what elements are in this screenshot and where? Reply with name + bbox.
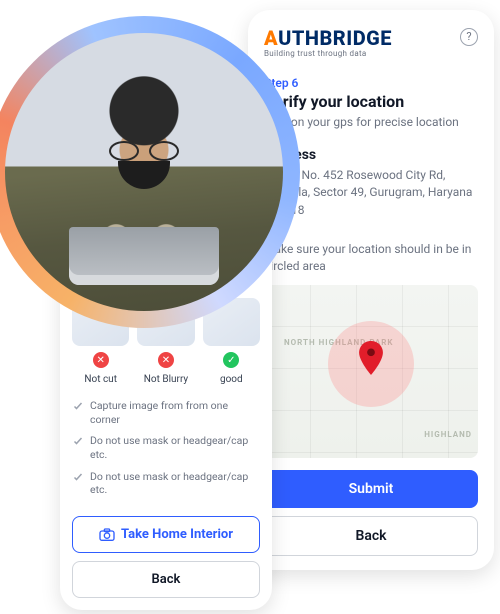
- sample-label: Not Blurry: [144, 374, 188, 385]
- beard-shape: [118, 161, 170, 189]
- tip-item: Do not use mask or headgear/cap etc.: [72, 470, 260, 497]
- camera-icon: [99, 528, 115, 542]
- brand-logo: AUTHBRIDGE Building trust through data: [264, 28, 392, 58]
- sample-label: Not cut: [84, 374, 117, 385]
- tip-text: Do not use mask or headgear/cap etc.: [90, 434, 260, 461]
- tip-text: Capture image from from one corner: [90, 399, 260, 426]
- tip-text: Do not use mask or headgear/cap etc.: [90, 470, 260, 497]
- check-icon: [72, 435, 84, 447]
- map-neighborhood-label: HIGHLAND: [424, 431, 472, 440]
- map-pin-icon: [357, 341, 385, 375]
- phone-screen-location: AUTHBRIDGE Building trust through data ?…: [248, 10, 494, 570]
- page-hint: Turn on your gps for precise location: [264, 115, 478, 129]
- step-label: Step 6: [264, 76, 478, 90]
- location-note: Make sure your location should in be in …: [264, 241, 478, 275]
- back-button[interactable]: Back: [264, 516, 478, 556]
- hero-gradient-ring: [0, 16, 300, 328]
- submit-button[interactable]: Submit: [264, 470, 478, 508]
- brand-name: AUTHBRIDGE: [264, 28, 392, 48]
- cross-icon: ✕: [93, 352, 109, 368]
- check-icon: [72, 400, 84, 412]
- tip-item: Capture image from from one corner: [72, 399, 260, 426]
- cross-icon: ✕: [158, 352, 174, 368]
- tips-list: Capture image from from one corner Do no…: [72, 399, 260, 497]
- glasses-icon: [109, 141, 179, 159]
- sample-label: good: [220, 374, 243, 385]
- tip-item: Do not use mask or headgear/cap etc.: [72, 434, 260, 461]
- check-icon: [72, 471, 84, 483]
- help-circle-icon[interactable]: ?: [460, 28, 478, 46]
- map-view[interactable]: NORTH HIGHLAND PARK HIGHLAND: [264, 285, 478, 458]
- map-accuracy-circle: [328, 321, 414, 407]
- page-title: Verify your location: [264, 92, 478, 111]
- laptop-shape: [69, 227, 219, 285]
- take-photo-label: Take Home Interior: [121, 527, 233, 542]
- header-row: AUTHBRIDGE Building trust through data ?: [264, 28, 478, 58]
- brand-tagline: Building trust through data: [264, 50, 392, 58]
- brand-name-rest: UTHBRIDGE: [278, 26, 392, 50]
- take-photo-button[interactable]: Take Home Interior: [72, 516, 260, 553]
- back-button[interactable]: Back: [72, 561, 260, 598]
- hero-person-illustration: [5, 33, 283, 311]
- check-icon: ✓: [223, 352, 239, 368]
- brand-mark: A: [264, 26, 278, 50]
